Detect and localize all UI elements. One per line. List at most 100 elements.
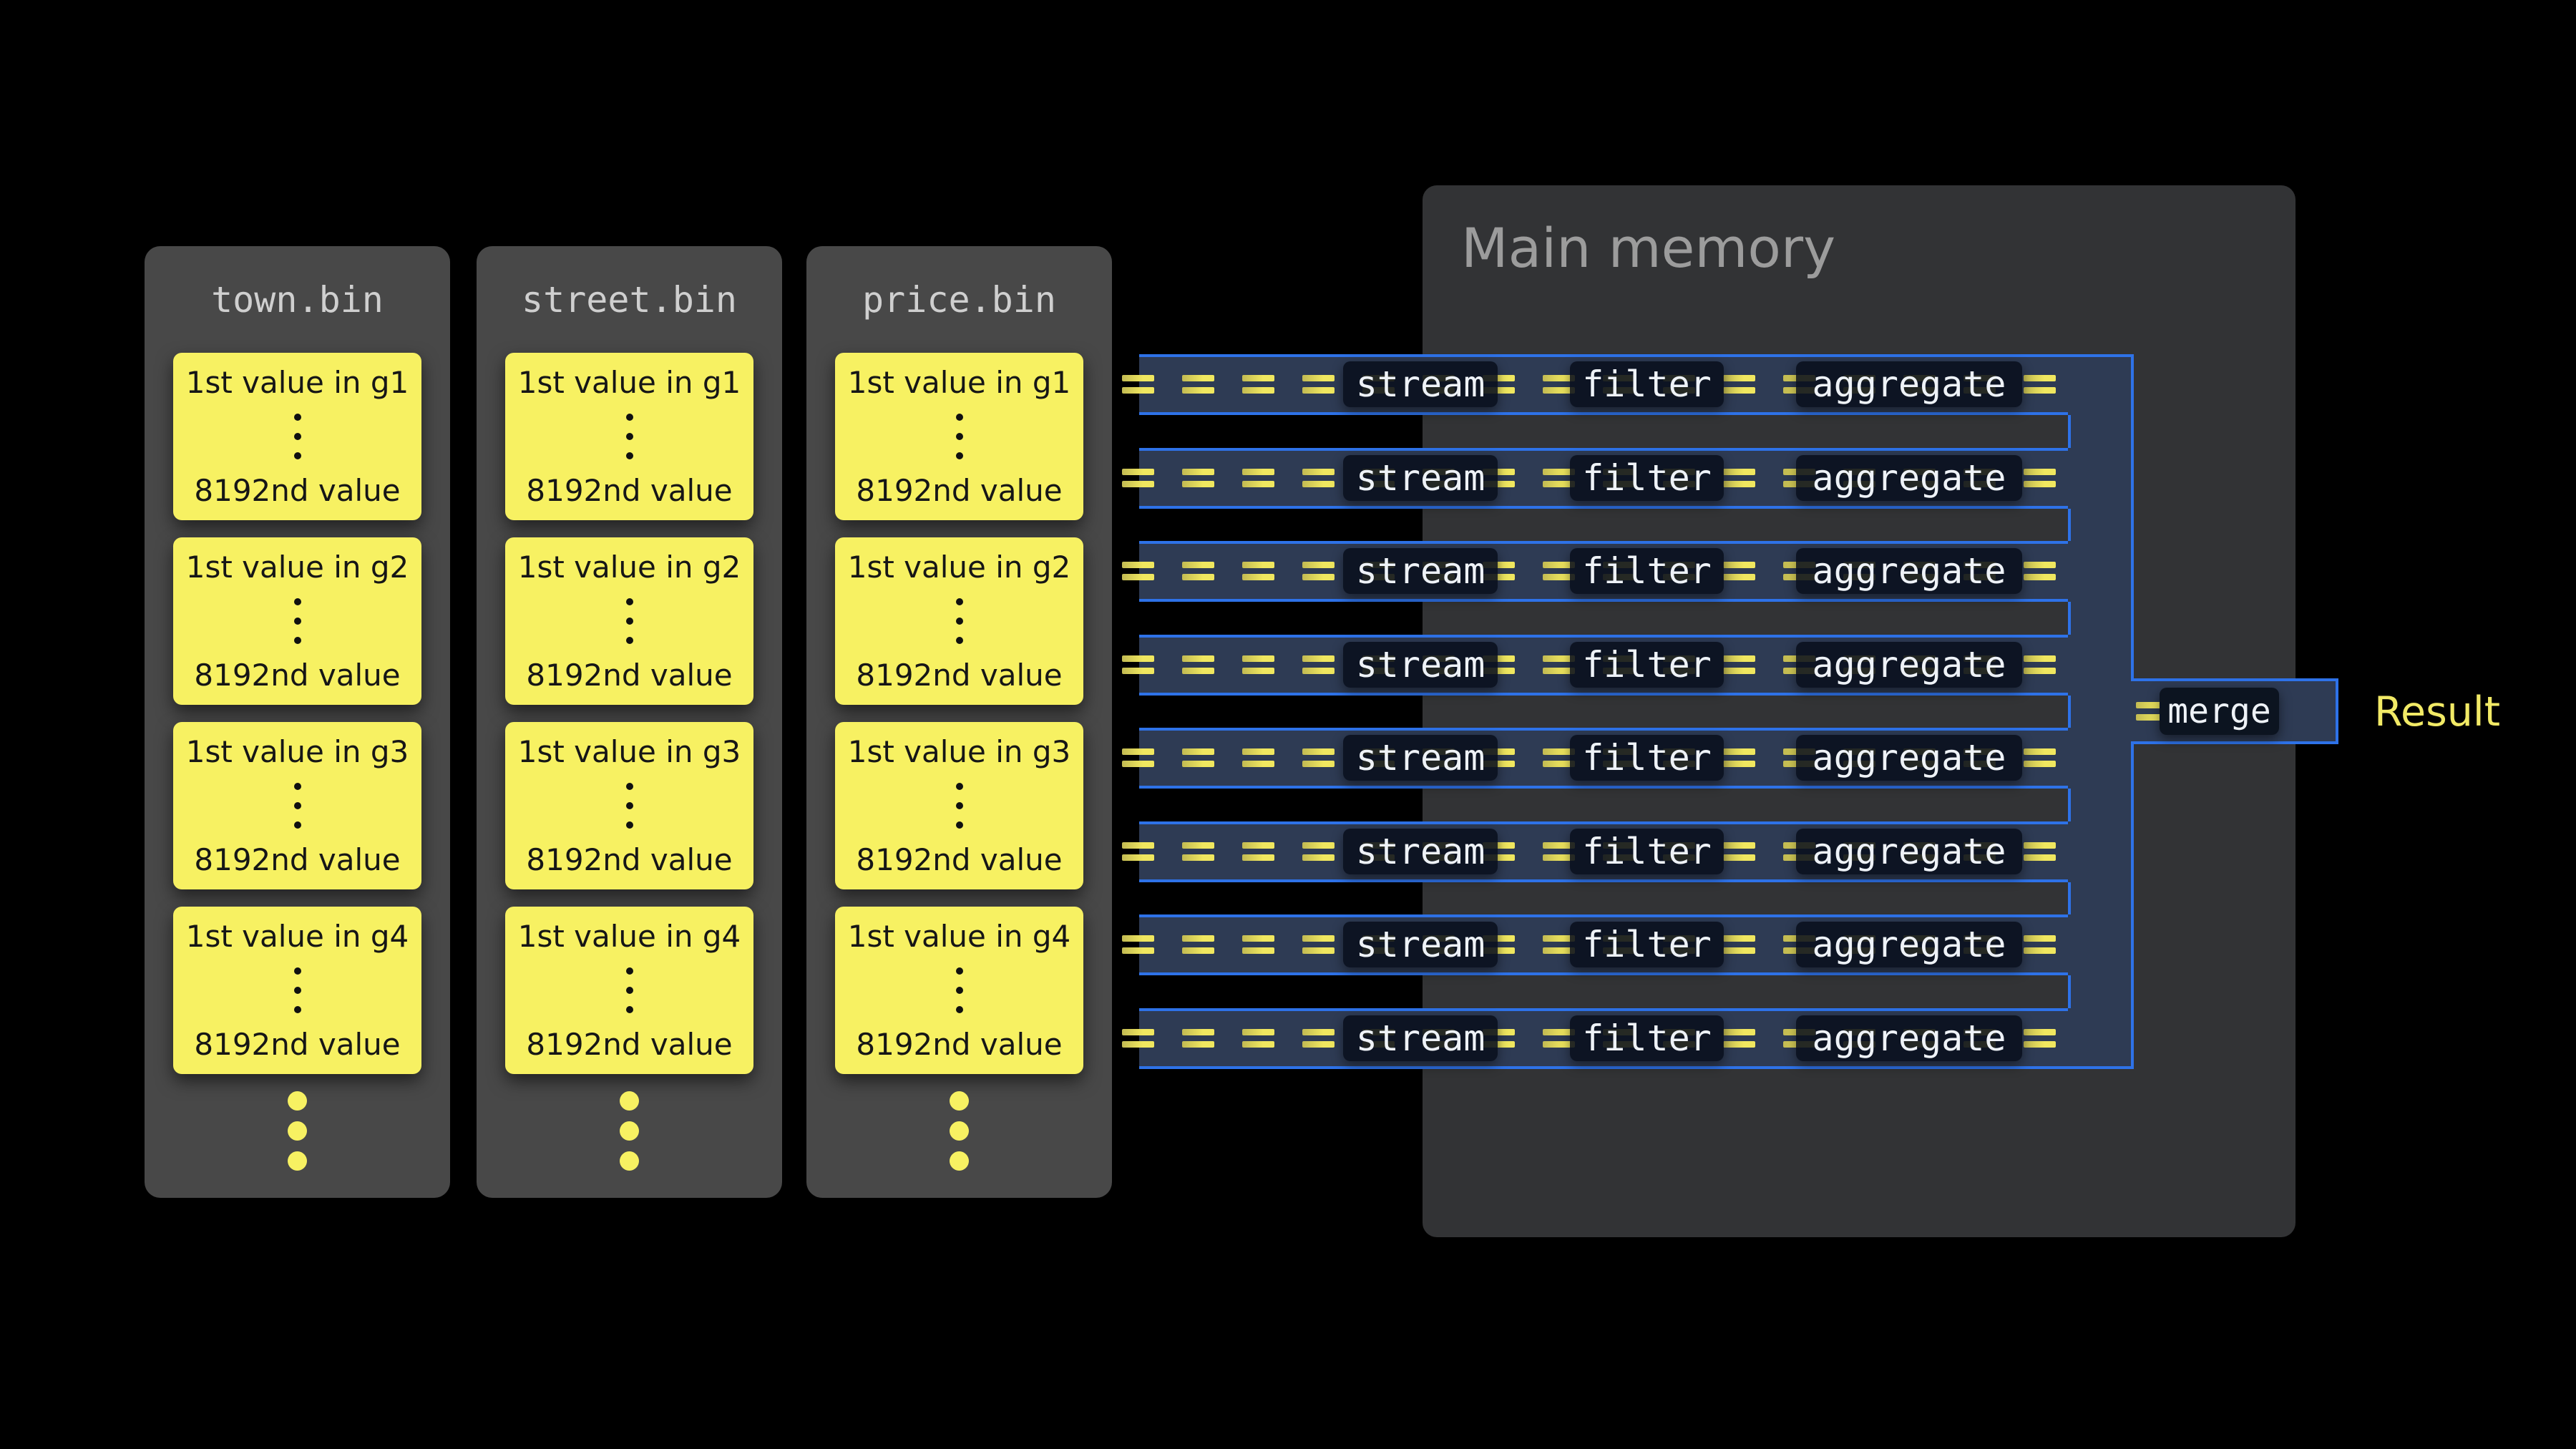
data-dash	[1723, 935, 1755, 942]
data-dash	[1182, 469, 1214, 475]
pipeline-row: streamfilteraggregate	[1139, 635, 2068, 696]
stage-box-stream: stream	[1343, 361, 1498, 407]
group-first-value-label: 1st value in g4	[518, 918, 741, 955]
data-dash	[1723, 387, 1755, 394]
data-dash	[2024, 935, 2056, 942]
ellipsis-dot	[294, 452, 301, 459]
stage-box-stream: stream	[1343, 548, 1498, 594]
ellipsis-dot	[626, 618, 633, 625]
more-groups-dot	[950, 1091, 969, 1111]
group-first-value-label: 1st value in g1	[848, 364, 1071, 401]
data-dash	[1302, 854, 1335, 861]
group-first-value-label: 1st value in g4	[848, 918, 1071, 955]
data-dash	[1122, 481, 1154, 487]
pipeline-row: streamfilteraggregate	[1139, 354, 2068, 415]
more-groups-dot	[950, 1121, 969, 1141]
stage-box-aggregate: aggregate	[1796, 642, 2022, 688]
data-dash	[1302, 655, 1335, 662]
data-dash	[1122, 469, 1154, 475]
group-first-value-label: 1st value in g1	[186, 364, 409, 401]
pipeline-row: streamfilteraggregate	[1139, 1008, 2068, 1069]
data-dash	[1723, 375, 1755, 381]
data-dash	[1182, 668, 1214, 674]
ellipsis-dot	[294, 414, 301, 421]
pipeline-row: streamfilteraggregate	[1139, 821, 2068, 882]
stage-box-stream: stream	[1343, 1015, 1498, 1061]
data-dash	[1122, 387, 1154, 394]
vertical-ellipsis	[956, 783, 963, 829]
data-dash	[1182, 574, 1214, 580]
value-group-box: 1st value in g28192nd value	[173, 537, 421, 705]
stage-box-aggregate: aggregate	[1796, 1015, 2022, 1061]
channel-left-border-segment	[2068, 602, 2071, 635]
data-dash	[1302, 481, 1335, 487]
ellipsis-dot	[956, 821, 963, 829]
data-dash	[1122, 1029, 1154, 1035]
ellipsis-dot	[956, 414, 963, 421]
file-title: town.bin	[145, 279, 450, 321]
more-groups-dot	[288, 1151, 307, 1171]
ellipsis-dot	[626, 637, 633, 644]
ellipsis-dot	[294, 433, 301, 440]
file-column-street-bin: street.bin1st value in g18192nd value1st…	[477, 246, 782, 1198]
data-dash	[1302, 574, 1335, 580]
ellipsis-dot	[294, 821, 301, 829]
data-dash	[1182, 375, 1214, 381]
vertical-ellipsis	[626, 414, 633, 459]
channel-left-border-segment	[2068, 789, 2071, 821]
data-dash	[1302, 947, 1335, 954]
data-dash	[1723, 761, 1755, 767]
channel-left-border-segment	[2068, 882, 2071, 914]
data-dash	[1182, 387, 1214, 394]
merge-channel	[2068, 354, 2134, 1069]
merge-arm: merge	[2131, 678, 2338, 744]
data-dash	[1723, 842, 1755, 849]
merge-operator: merge	[2160, 688, 2279, 735]
data-dash	[1242, 387, 1274, 394]
stage-box-stream: stream	[1343, 455, 1498, 501]
ellipsis-dot	[294, 987, 301, 994]
data-dash	[2024, 761, 2056, 767]
group-first-value-label: 1st value in g2	[518, 549, 741, 585]
group-last-value-label: 8192nd value	[526, 841, 732, 878]
group-last-value-label: 8192nd value	[856, 1026, 1062, 1063]
value-group-box: 1st value in g38192nd value	[173, 722, 421, 889]
ellipsis-dot	[956, 618, 963, 625]
ellipsis-dot	[626, 967, 633, 975]
data-dash	[1723, 655, 1755, 662]
stage-box-filter: filter	[1570, 361, 1724, 407]
ellipsis-dot	[626, 783, 633, 790]
ellipsis-dot	[294, 967, 301, 975]
data-dash	[1242, 854, 1274, 861]
group-first-value-label: 1st value in g4	[186, 918, 409, 955]
data-dash	[1302, 387, 1335, 394]
ellipsis-dot	[626, 821, 633, 829]
data-dash	[1242, 748, 1274, 755]
value-group-box: 1st value in g4 8192nd value	[173, 907, 421, 1074]
data-dash	[1122, 655, 1154, 662]
data-dash	[1723, 562, 1755, 568]
data-dash	[1242, 574, 1274, 580]
data-dash	[2024, 481, 2056, 487]
ellipsis-dot	[956, 987, 963, 994]
data-dash	[1242, 668, 1274, 674]
data-dash	[1242, 1041, 1274, 1048]
data-dash	[1242, 842, 1274, 849]
channel-left-border-segment	[2068, 975, 2071, 1008]
more-groups-dot	[620, 1151, 639, 1171]
ellipsis-dot	[626, 452, 633, 459]
stage-box-filter: filter	[1570, 642, 1724, 688]
ellipsis-dot	[626, 433, 633, 440]
group-first-value-label: 1st value in g1	[518, 364, 741, 401]
data-dash	[1122, 854, 1154, 861]
group-last-value-label: 8192nd value	[856, 472, 1062, 509]
stage-box-stream: stream	[1343, 735, 1498, 781]
vertical-ellipsis	[294, 967, 301, 1013]
data-dash	[1723, 574, 1755, 580]
group-last-value-label: 8192nd value	[194, 1026, 400, 1063]
group-first-value-label: 1st value in g3	[186, 733, 409, 770]
data-dash	[2024, 947, 2056, 954]
data-dash	[1242, 469, 1274, 475]
file-column-town-bin: town.bin1st value in g18192nd value1st v…	[145, 246, 450, 1198]
data-dash	[2024, 469, 2056, 475]
